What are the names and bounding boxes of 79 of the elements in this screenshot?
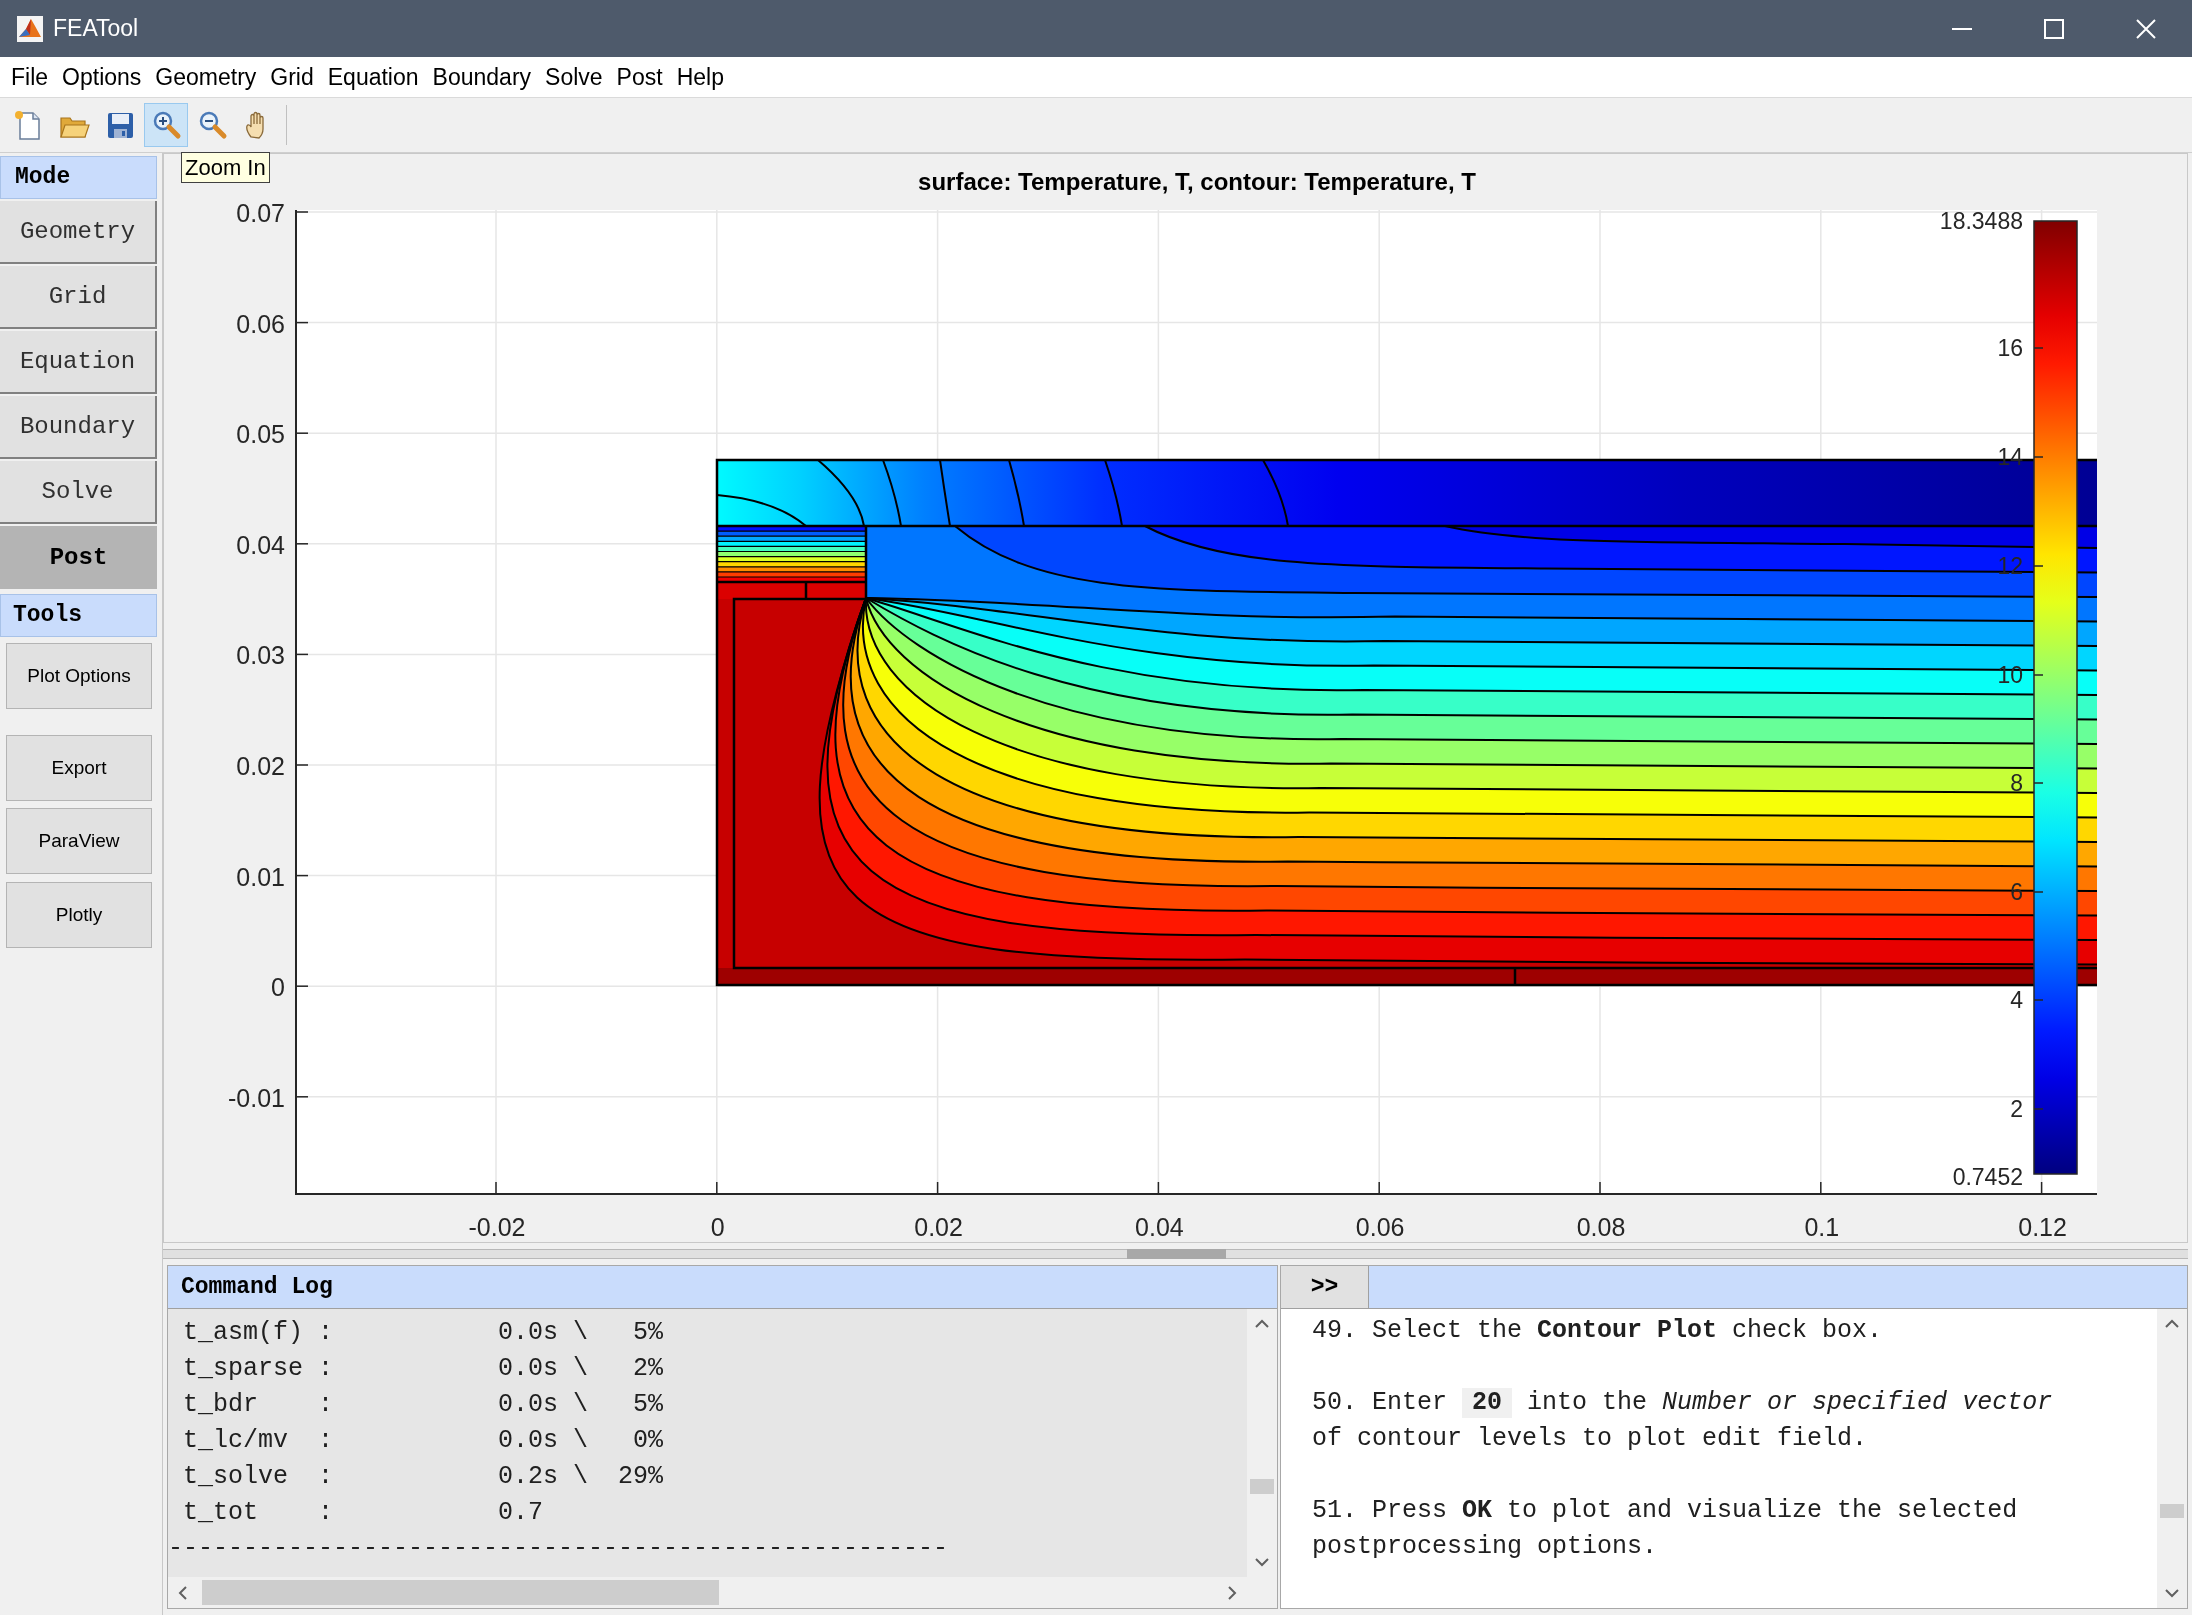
- tick-label: 0.02: [235, 751, 285, 781]
- close-icon: [2136, 18, 2156, 39]
- plot-title: surface: Temperature, T, contour: Temperature, T: [917, 167, 1477, 197]
- tick-label: 0.02: [913, 1212, 964, 1242]
- menu-item[interactable]: Grid: [263, 57, 321, 97]
- log-line: t_solve : 0.2s \ 29%: [182, 1461, 665, 1493]
- tick-label: 0.08: [1575, 1212, 1627, 1242]
- menu-item[interactable]: Options: [55, 57, 149, 97]
- window-title: FEATool: [53, 14, 139, 44]
- contour-line: [882, 459, 902, 527]
- tick-label: 0.01: [235, 861, 285, 892]
- tool-button[interactable]: Export: [6, 735, 152, 801]
- tool-button[interactable]: Plot Options: [6, 643, 152, 709]
- colorbar-label: 18.3488: [1938, 207, 2023, 235]
- minimize-icon: [1952, 27, 1972, 30]
- log-line: ----------------------------------------------------: [168, 1533, 950, 1565]
- tick-label: -0.01: [227, 1082, 285, 1113]
- menu-item[interactable]: Solve: [538, 57, 610, 97]
- panel-header: Tools: [0, 594, 157, 637]
- toolbar-button[interactable]: [144, 103, 188, 147]
- menu-item[interactable]: Help: [669, 57, 731, 97]
- tick-label: 0.06: [235, 308, 285, 339]
- panel-header: Mode: [0, 156, 157, 199]
- tick-label: 0.07: [235, 198, 285, 228]
- menu-item[interactable]: Post: [609, 57, 670, 97]
- scroll-right-icon[interactable]: [1228, 1585, 1237, 1600]
- mode-tab[interactable]: Solve: [0, 461, 157, 524]
- contour-line: [939, 459, 951, 527]
- tooltip: Zoom In: [181, 152, 270, 183]
- mode-tab[interactable]: Grid: [0, 266, 157, 329]
- menu-item[interactable]: Equation: [320, 57, 426, 97]
- log-line: t_asm(f) : 0.0s \ 5%: [182, 1317, 665, 1349]
- tick-label: 0: [709, 1212, 726, 1242]
- menu-item[interactable]: Boundary: [425, 57, 539, 97]
- scrollbar-thumb[interactable]: [1250, 1479, 1274, 1494]
- scroll-down-icon[interactable]: [1255, 1558, 1269, 1567]
- colorbar-label: 16: [1996, 334, 2023, 362]
- log-line: t_sparse : 0.0s \ 2%: [182, 1353, 665, 1385]
- log-line: t_tot : 0.7: [182, 1497, 545, 1529]
- maximize-icon: [2044, 18, 2064, 39]
- colorbar-label: 8: [2009, 769, 2023, 797]
- log-line: t_lc/mv : 0.0s \ 0%: [182, 1425, 665, 1457]
- tick-label: 0.06: [1354, 1212, 1406, 1242]
- tool-button[interactable]: ParaView: [6, 808, 152, 874]
- scroll-up-icon[interactable]: [2165, 1319, 2179, 1328]
- splitter-handle[interactable]: [1127, 1249, 1226, 1259]
- expand-button[interactable]: >>: [1281, 1266, 1369, 1308]
- tick-label: 0.03: [235, 640, 285, 671]
- tick-label: -0.02: [467, 1212, 527, 1242]
- tick-label: 0.05: [235, 419, 285, 450]
- menu-item[interactable]: File: [4, 57, 56, 97]
- scrollbar-thumb[interactable]: [202, 1580, 719, 1605]
- colorbar-label: 4: [2009, 986, 2023, 1014]
- tick-label: 0.1: [1803, 1212, 1841, 1242]
- splitter[interactable]: [163, 1249, 2188, 1259]
- contour-line: [817, 459, 865, 527]
- instruction-text: 49. Select the Contour Plot check box.: [1312, 1315, 1884, 1347]
- tool-button[interactable]: Plotly: [6, 882, 152, 948]
- tick-label: 0.12: [2017, 1212, 2068, 1242]
- mode-tab[interactable]: Post: [0, 526, 157, 589]
- menu-item[interactable]: Geometry: [148, 57, 264, 97]
- scrollbar[interactable]: [2157, 1309, 2187, 1608]
- app-icon: [16, 14, 44, 43]
- tick-label: 0.04: [235, 529, 285, 560]
- scroll-up-icon[interactable]: [1255, 1319, 1269, 1328]
- mode-tab[interactable]: Boundary: [0, 396, 157, 459]
- tick-label: 0.04: [1134, 1212, 1185, 1242]
- scroll-down-icon[interactable]: [2165, 1589, 2179, 1598]
- mode-tab[interactable]: Geometry: [0, 201, 157, 264]
- colorbar-label: 0.7452: [1951, 1163, 2023, 1191]
- instruction-text: 50. Enter 20 into the Number or specified vector of contour levels to plot edit field.: [1312, 1387, 2054, 1455]
- instruction-text: 51. Press OK to plot and visualize the selected postprocessing options.: [1312, 1495, 2019, 1563]
- panel-header: Command Log: [168, 1266, 1277, 1309]
- tick-label: 0: [270, 972, 285, 1003]
- mode-tab[interactable]: Equation: [0, 331, 157, 394]
- scroll-left-icon[interactable]: [178, 1585, 187, 1600]
- scrollbar-thumb[interactable]: [2160, 1504, 2184, 1518]
- log-line: t_bdr : 0.0s \ 5%: [182, 1389, 665, 1421]
- colorbar-label: 2: [2009, 1095, 2023, 1123]
